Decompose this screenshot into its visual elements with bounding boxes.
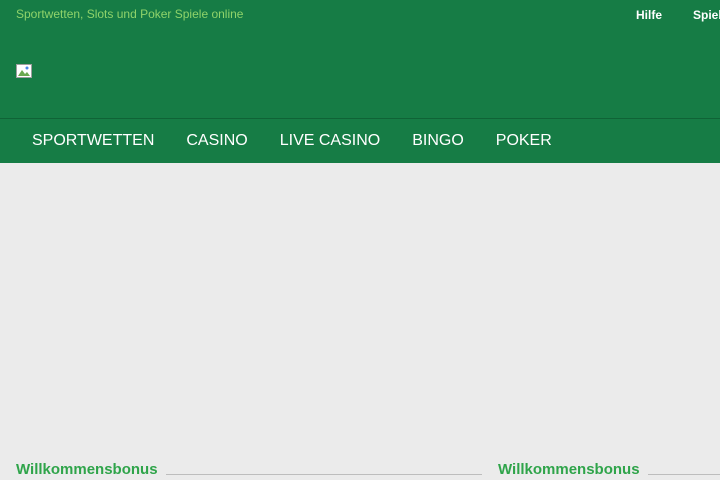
nav-item-casino[interactable]: CASINO	[170, 119, 263, 163]
help-link[interactable]: Hilfe	[636, 8, 662, 22]
nav-item-live-casino[interactable]: LIVE CASINO	[264, 119, 396, 163]
site-header: Sportwetten, Slots und Poker Spiele onli…	[0, 0, 720, 118]
broken-image-icon[interactable]	[16, 64, 32, 78]
section-title-welcome-bonus-1: Willkommensbonus	[16, 461, 166, 478]
nav-item-bingo[interactable]: BINGO	[396, 119, 480, 163]
site-tagline: Sportwetten, Slots und Poker Spiele onli…	[16, 7, 244, 21]
section-title-welcome-bonus-2: Willkommensbonus	[498, 461, 648, 478]
play-link[interactable]: Spiel	[693, 8, 720, 22]
nav-item-poker[interactable]: POKER	[480, 119, 568, 163]
nav-item-sportwetten[interactable]: SPORTWETTEN	[16, 119, 170, 163]
main-nav: SPORTWETTEN CASINO LIVE CASINO BINGO POK…	[0, 119, 720, 163]
main-content: Willkommensbonus Willkommensbonus	[0, 163, 720, 480]
